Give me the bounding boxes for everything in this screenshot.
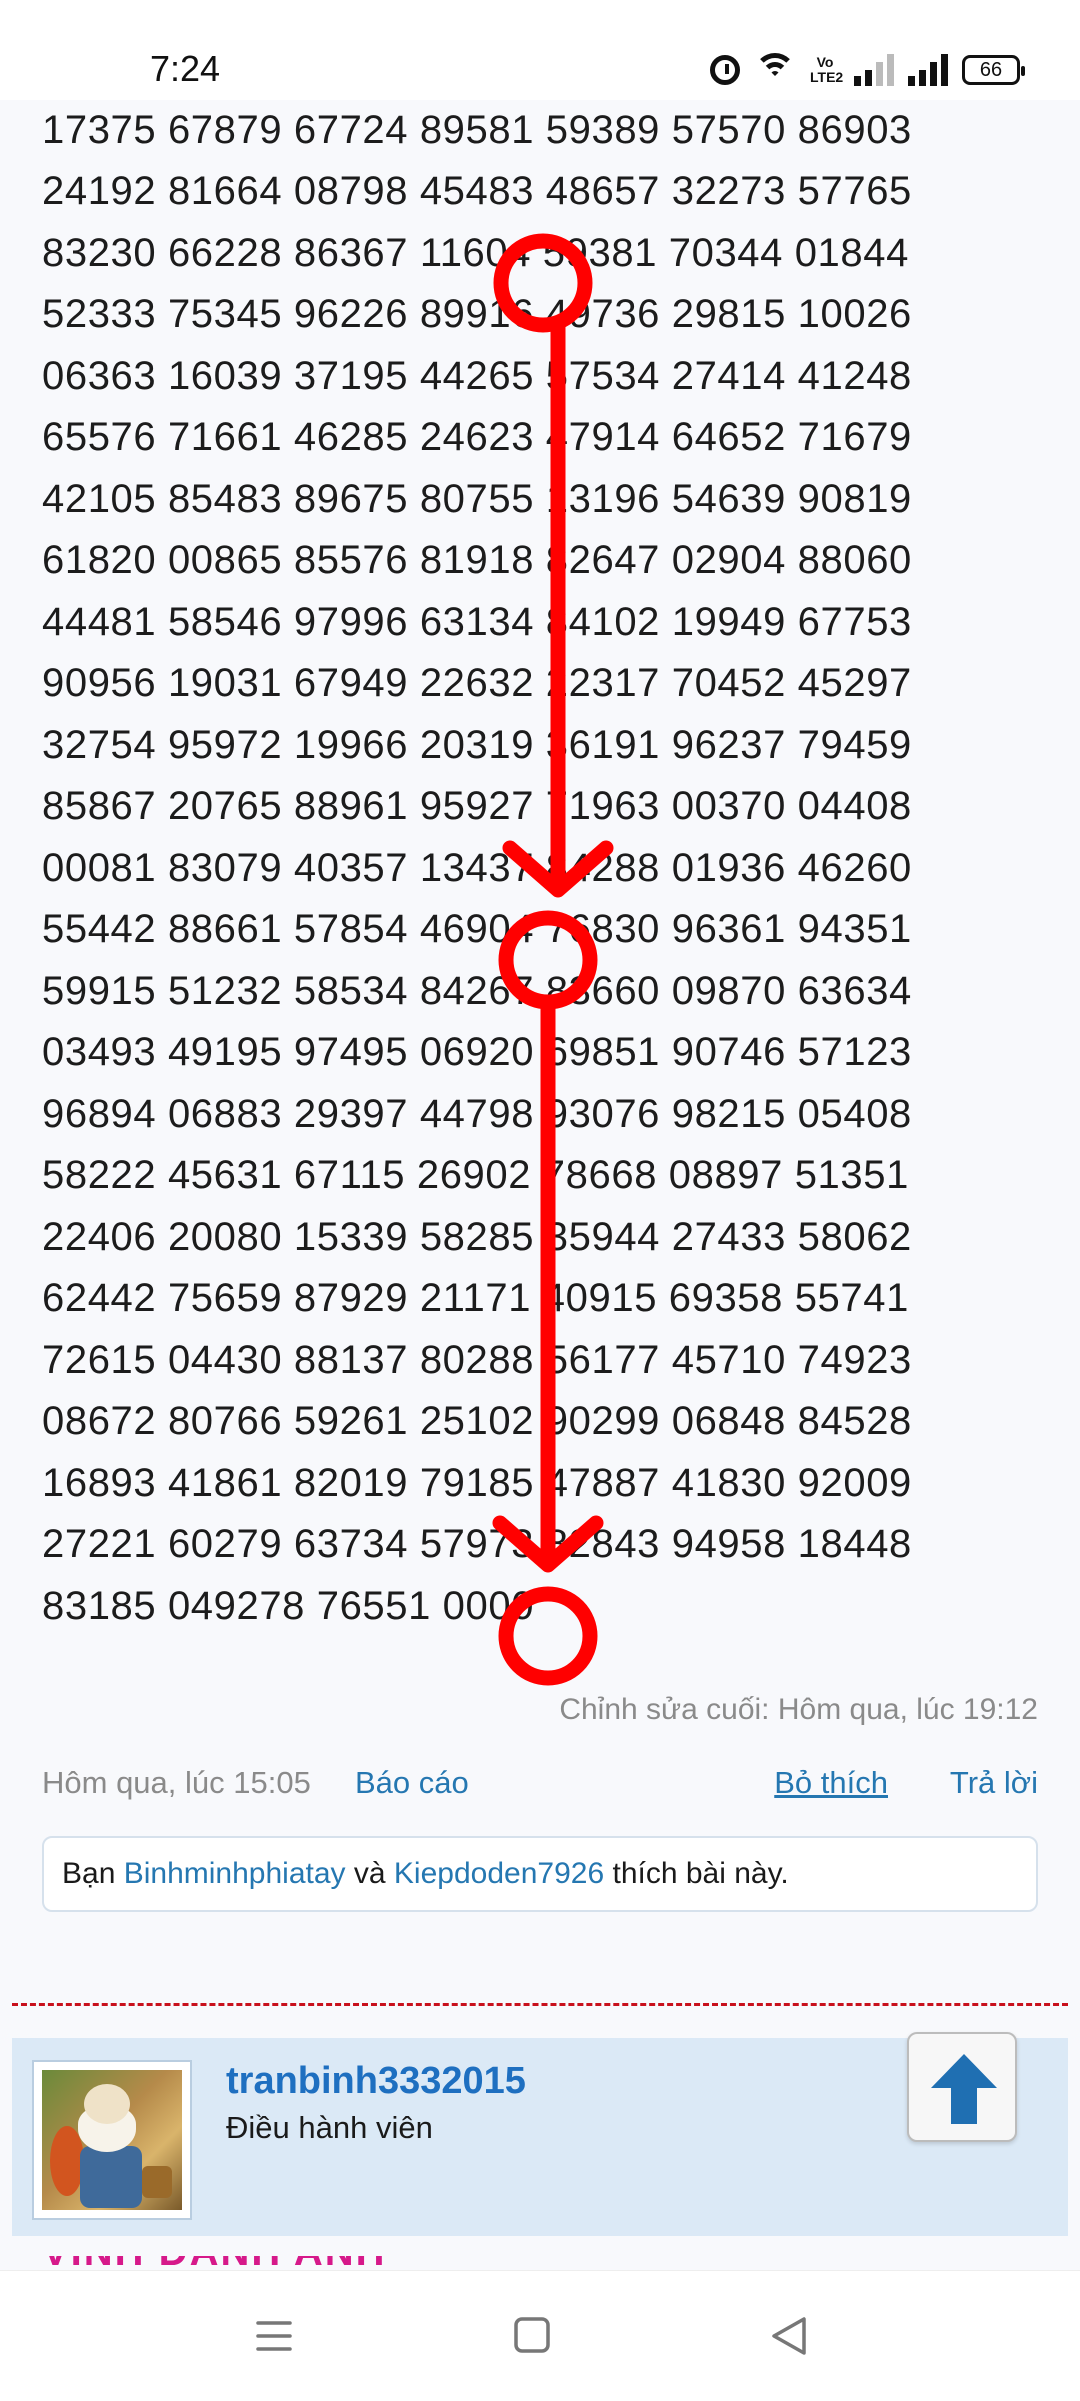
status-bar: 7:24 Vo LTE2 66 [0, 0, 1080, 100]
status-time: 7:24 [150, 48, 221, 89]
number-row: 06363 16039 37195 44265 57534 27414 4124… [42, 353, 912, 398]
number-row: 61820 00865 85576 81918 82647 02904 8806… [42, 538, 912, 582]
likes-conjunction: và [353, 1857, 386, 1890]
number-row: 17375 67879 67724 89581 59389 57570 8690… [42, 107, 912, 152]
signal-icon [908, 54, 948, 86]
number-row: 65576 71661 46285 24623 47914 64652 7167… [42, 415, 912, 459]
likes-summary: Bạn Binhminhphiatay và Kiepdoden7926 thí… [42, 1836, 1038, 1912]
next-post-title-peek: VINH DANH ANH HÙNG [42, 2256, 512, 2270]
number-row: 83185 049278 76551 0000 [42, 1583, 535, 1628]
menu-icon[interactable] [244, 2311, 304, 2361]
liker-link[interactable]: Binhminhphiatay [124, 1857, 346, 1890]
number-row: 00081 83079 40357 13437 84288 01936 4626… [42, 845, 912, 890]
arrow-up-icon [931, 2054, 997, 2124]
number-row: 08672 80766 59261 25102 90299 06848 8452… [42, 1399, 912, 1443]
number-row: 52333 75345 96226 89916 49736 29815 1002… [42, 292, 912, 336]
number-row: 22406 20080 15339 58285 35944 27433 5806… [42, 1214, 912, 1259]
number-row: 59915 51232 58534 84267 83660 09870 6363… [42, 968, 912, 1013]
liker-link[interactable]: Kiepdoden7926 [394, 1857, 604, 1890]
number-row: 96894 06883 29397 44798 93076 98215 0540… [42, 1091, 912, 1136]
number-row: 27221 60279 63734 57973 82843 94958 1844… [42, 1522, 912, 1566]
home-icon[interactable] [502, 2311, 562, 2361]
battery-icon: 66 [962, 55, 1025, 85]
last-edit-note: Chỉnh sửa cuối: Hôm qua, lúc 19:12 [559, 1693, 1038, 1726]
system-navigation-bar [0, 2270, 1080, 2401]
next-post-user-panel: tranbinh3332015 Điều hành viên [12, 2032, 1068, 2236]
likes-suffix: thích bài này. [612, 1857, 789, 1890]
avatar-image [42, 2070, 182, 2210]
post-timestamp[interactable]: Hôm qua, lúc 15:05 [42, 1765, 311, 1801]
number-row: 72615 04430 88137 80288 56177 45710 7492… [42, 1337, 912, 1382]
number-row: 58222 45631 67115 26902 78668 08897 5135… [42, 1153, 909, 1197]
number-row: 24192 81664 08798 45483 48657 32273 5776… [42, 169, 912, 213]
number-row: 85867 20765 88961 95927 71963 00370 0440… [42, 784, 912, 828]
number-row: 83230 66228 86367 11604 59381 70344 0184… [42, 230, 909, 275]
likes-prefix: Bạn [62, 1857, 116, 1890]
number-row: 90956 19031 67949 22632 22317 70452 4529… [42, 661, 912, 705]
number-row: 16893 41861 82019 79185 47887 41830 9200… [42, 1460, 912, 1505]
number-row: 44481 58546 97996 63134 84102 19949 6775… [42, 599, 912, 644]
unlike-link[interactable]: Bỏ thích [774, 1765, 888, 1801]
status-icons: Vo LTE2 66 [710, 50, 1025, 90]
volte-label: Vo LTE2 [810, 54, 844, 85]
report-link[interactable]: Báo cáo [355, 1765, 469, 1801]
back-icon[interactable] [760, 2311, 820, 2361]
number-row: 32754 95972 19966 20319 36191 96237 7945… [42, 722, 912, 767]
avatar[interactable] [32, 2060, 192, 2220]
number-row: 42105 85483 89675 80755 13196 54639 9081… [42, 476, 912, 521]
number-row: 03493 49195 97495 06920 69851 90746 5712… [42, 1030, 912, 1074]
wifi-icon [754, 53, 796, 87]
alarm-icon [710, 55, 740, 85]
user-role: Điều hành viên [226, 2110, 433, 2145]
number-row: 62442 75659 87929 21171 40915 69358 5574… [42, 1276, 909, 1320]
number-row: 55442 88661 57854 46904 76830 96361 9435… [42, 907, 912, 951]
username-link[interactable]: tranbinh3332015 [226, 2060, 526, 2103]
post-divider [12, 2003, 1068, 2006]
signal-icon [854, 54, 894, 86]
scroll-to-top-button[interactable] [907, 2032, 1017, 2142]
reply-link[interactable]: Trả lời [950, 1765, 1038, 1801]
next-post-title: VINH DANH ANH HÙNG [42, 2256, 512, 2270]
number-sequence: 89919 70877 70707 08208 24420 47070 8009… [42, 70, 1002, 1670]
post-meta-row: Hôm qua, lúc 15:05 Báo cáo Bỏ thích Trả … [42, 1765, 1038, 1805]
